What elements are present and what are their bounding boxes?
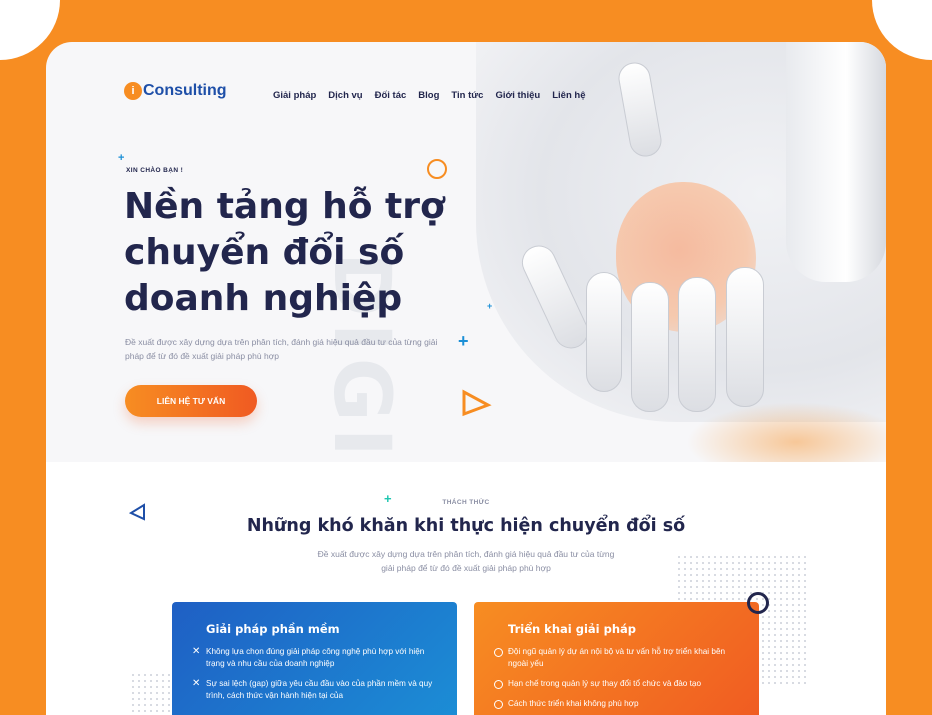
circle-decor-icon	[427, 159, 447, 179]
list-item: Đội ngũ quản lý dự án nội bộ và tư vấn h…	[494, 646, 741, 670]
robot-finger	[586, 272, 622, 392]
hero-title: Nền tảng hỗ trợ chuyển đổi số doanh nghi…	[124, 186, 445, 319]
robot-finger	[726, 267, 764, 407]
list-item: ✕ Sự sai lệch (gap) giữa yêu cầu đầu vào…	[192, 678, 433, 700]
plus-icon: +	[458, 331, 469, 351]
logo-mark-icon: i	[124, 82, 142, 100]
nav-item-news[interactable]: Tin tức	[451, 90, 483, 101]
nav-item-services[interactable]: Dịch vụ	[328, 90, 362, 101]
main-nav: Giải pháp Dịch vụ Đối tác Blog Tin tức G…	[273, 90, 585, 101]
cross-icon: ✕	[192, 678, 201, 689]
section-tag: THÁCH THỨC	[442, 499, 490, 506]
circle-decor-icon	[747, 592, 769, 614]
website-screen: DIGITAL i Consulting Giải pháp Dịch vụ Đ…	[46, 42, 886, 715]
plus-icon: +	[118, 152, 125, 164]
robot-finger	[631, 282, 669, 412]
circle-bullet-icon	[494, 700, 503, 709]
list-item: Cách thức triển khai không phù hợp	[494, 698, 741, 710]
cross-icon: ✕	[192, 646, 201, 657]
circle-bullet-icon	[494, 648, 503, 657]
nav-item-about[interactable]: Giới thiệu	[495, 90, 540, 101]
list-item: ✕ Không lựa chọn đúng giải pháp công ngh…	[192, 646, 425, 668]
hero-eyebrow: XIN CHÀO BẠN !	[126, 167, 184, 174]
robot-finger	[678, 277, 716, 412]
triangle-decor-icon	[462, 389, 492, 417]
nav-item-contact[interactable]: Liên hệ	[552, 90, 585, 101]
contact-consult-button[interactable]: LIÊN HỆ TƯ VẤN	[125, 385, 257, 417]
nav-item-solutions[interactable]: Giải pháp	[273, 90, 316, 101]
card-software-solution: Giải pháp phần mềm ✕ Không lựa chọn đúng…	[172, 602, 457, 715]
card-title: Giải pháp phần mềm	[206, 622, 340, 636]
section-description: Đề xuất được xây dựng dựa trên phân tích…	[317, 549, 615, 573]
card-deployment: Triển khai giải pháp Đội ngũ quản lý dự …	[474, 602, 759, 715]
hero-description: Đề xuất được xây dựng dựa trên phân tích…	[125, 337, 438, 361]
robot-arm-image	[786, 42, 886, 282]
nav-item-blog[interactable]: Blog	[418, 90, 439, 101]
logo[interactable]: i Consulting	[124, 82, 227, 100]
nav-item-partners[interactable]: Đối tác	[375, 90, 407, 101]
logo-text: Consulting	[143, 82, 227, 99]
card-title: Triển khai giải pháp	[508, 622, 637, 636]
plus-icon: +	[487, 301, 493, 311]
section-title: Những khó khăn khi thực hiện chuyển đổi …	[246, 516, 686, 536]
circle-bullet-icon	[494, 680, 503, 689]
list-item: Hạn chế trong quản lý sự thay đổi tổ chứ…	[494, 678, 741, 690]
